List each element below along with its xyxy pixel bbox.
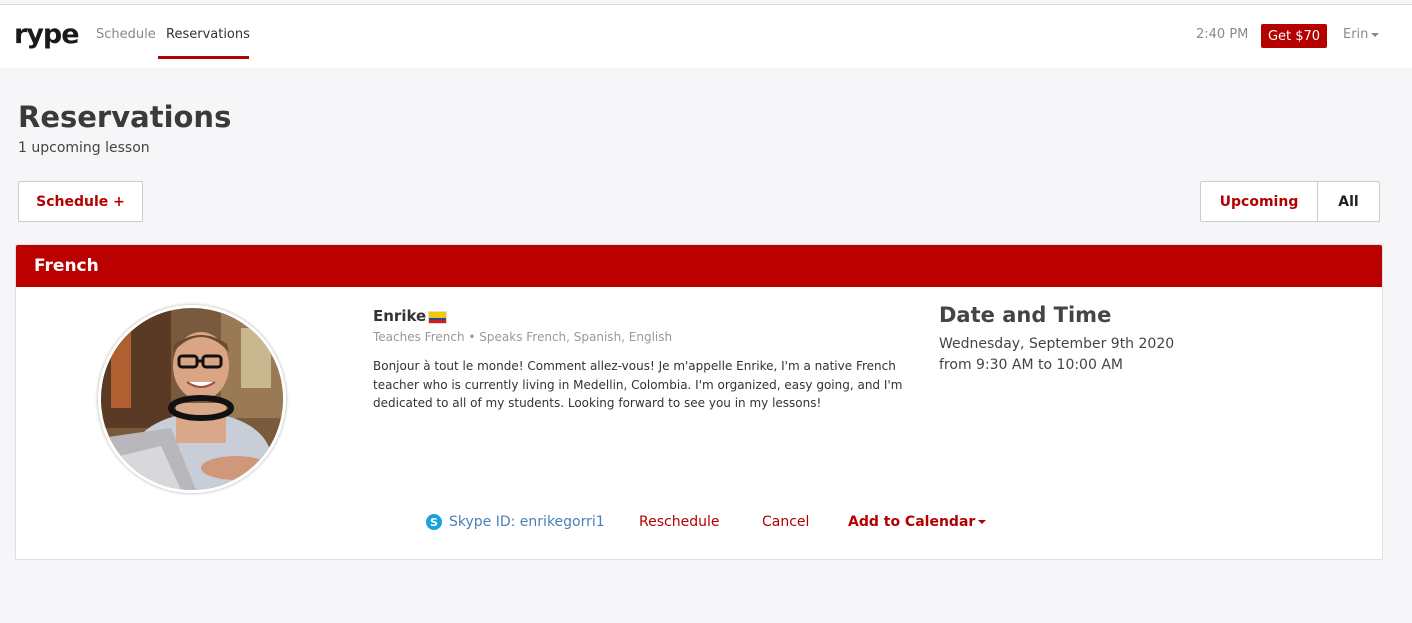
lesson-date: Wednesday, September 9th 2020 bbox=[939, 336, 1175, 352]
filter-upcoming[interactable]: Upcoming bbox=[1200, 181, 1318, 222]
skype-id-text: Skype ID: enrikegorri1 bbox=[449, 514, 605, 530]
add-to-calendar-label: Add to Calendar bbox=[848, 514, 976, 530]
teacher-name[interactable]: Enrike bbox=[373, 307, 426, 325]
add-to-calendar-dropdown[interactable]: Add to Calendar bbox=[848, 514, 987, 530]
teacher-languages: Teaches French • Speaks French, Spanish,… bbox=[373, 330, 673, 344]
schedule-button[interactable]: Schedule + bbox=[18, 181, 143, 222]
page-title: Reservations bbox=[18, 100, 232, 134]
nav-reservations-link[interactable]: Reservations bbox=[166, 27, 250, 42]
chevron-down-icon bbox=[1371, 32, 1380, 37]
teacher-avatar bbox=[98, 305, 286, 493]
cancel-button[interactable]: Cancel bbox=[762, 514, 809, 530]
skype-icon: S bbox=[426, 514, 442, 530]
lesson-card: French Enrike Teaches French • Speaks Fr… bbox=[15, 244, 1383, 560]
current-time: 2:40 PM bbox=[1196, 27, 1249, 42]
rype-logo[interactable]: rype bbox=[14, 19, 80, 50]
skype-id-link[interactable]: S Skype ID: enrikegorri1 bbox=[426, 514, 605, 530]
date-time-title: Date and Time bbox=[939, 303, 1112, 327]
colombia-flag-icon bbox=[428, 311, 447, 324]
get-credit-button[interactable]: Get $70 bbox=[1261, 24, 1327, 48]
nav-schedule-link[interactable]: Schedule bbox=[96, 27, 156, 42]
user-name: Erin bbox=[1343, 27, 1369, 42]
teacher-photo bbox=[101, 308, 283, 490]
teacher-bio: Bonjour à tout le monde! Comment allez-v… bbox=[373, 359, 903, 410]
lesson-language-header: French bbox=[16, 245, 1382, 287]
reschedule-button[interactable]: Reschedule bbox=[639, 514, 719, 530]
user-menu[interactable]: Erin bbox=[1343, 27, 1380, 42]
active-nav-indicator bbox=[158, 56, 249, 59]
filter-all[interactable]: All bbox=[1317, 181, 1380, 222]
upcoming-count: 1 upcoming lesson bbox=[18, 140, 150, 156]
chevron-down-icon bbox=[978, 520, 987, 524]
lesson-time: from 9:30 AM to 10:00 AM bbox=[939, 357, 1123, 373]
top-navbar: rype Schedule Reservations 2:40 PM Get $… bbox=[0, 5, 1412, 68]
